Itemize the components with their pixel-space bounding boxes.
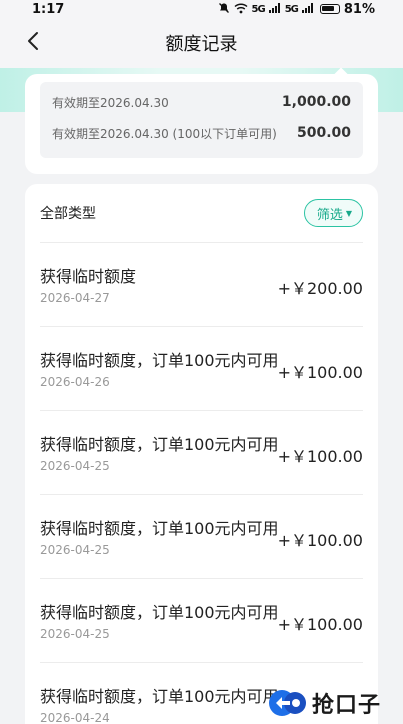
- watermark: 抢口子: [268, 687, 381, 719]
- signal-icon: [301, 2, 314, 16]
- records-header: 全部类型 筛选 ▼: [40, 198, 363, 228]
- signal-icon: [268, 2, 281, 16]
- battery-icon: [319, 4, 340, 14]
- status-bar: 1:17 5G 5G 81%: [0, 0, 403, 18]
- signal-2-label: 5G: [284, 3, 299, 15]
- record-amount: +￥100.00: [277, 531, 363, 550]
- watermark-text: 抢口子: [312, 693, 382, 718]
- filter-button[interactable]: 筛选 ▼: [303, 199, 363, 227]
- record-date: 2026-04-26: [40, 375, 110, 389]
- status-time: 1:17: [32, 1, 65, 17]
- records-card: 全部类型 筛选 ▼ 获得临时额度 2026-04-27 +￥200.00 获得临…: [25, 184, 378, 724]
- record-row[interactable]: 获得临时额度，订单100元内可用 2026-04-26 +￥100.00: [40, 326, 363, 410]
- quota-validity-label: 有效期至2026.04.30 (100以下订单可用): [52, 126, 277, 141]
- record-amount: +￥100.00: [277, 447, 363, 466]
- quota-amount: 500.00: [296, 125, 351, 141]
- quota-validity-label: 有效期至2026.04.30: [52, 95, 169, 110]
- page-title: 额度记录: [165, 34, 238, 55]
- caret-down-icon: ▼: [345, 208, 352, 218]
- record-amount: +￥100.00: [277, 363, 363, 382]
- record-row[interactable]: 获得临时额度 2026-04-27 +￥200.00: [40, 242, 363, 326]
- record-row[interactable]: 获得临时额度，订单100元内可用 2026-04-25 +￥100.00: [40, 410, 363, 494]
- battery-level: 81%: [343, 1, 375, 17]
- back-button[interactable]: [20, 30, 46, 56]
- wifi-icon: [234, 2, 248, 17]
- record-date: 2026-04-25: [40, 627, 110, 641]
- watermark-logo-icon: [268, 688, 308, 718]
- type-selector[interactable]: 全部类型: [40, 203, 96, 223]
- quota-row: 有效期至2026.04.30 (100以下订单可用) 500.00: [52, 123, 351, 143]
- record-title: 获得临时额度，订单100元内可用: [40, 519, 279, 538]
- record-row[interactable]: 获得临时额度，订单100元内可用 2026-04-25 +￥100.00: [40, 494, 363, 578]
- filter-label: 筛选: [316, 207, 343, 223]
- record-amount: +￥200.00: [277, 279, 363, 298]
- record-title: 获得临时额度，订单100元内可用: [40, 351, 279, 370]
- quota-summary: 有效期至2026.04.30 1,000.00 有效期至2026.04.30 (…: [40, 82, 363, 158]
- quota-amount: 1,000.00: [281, 94, 351, 110]
- status-icons: 5G 5G 81%: [218, 2, 375, 17]
- record-row[interactable]: 获得临时额度，订单100元内可用 2026-04-25 +￥100.00: [40, 578, 363, 662]
- record-date: 2026-04-27: [40, 291, 110, 305]
- mute-icon: [218, 2, 230, 17]
- record-title: 获得临时额度，订单100元内可用: [40, 603, 279, 622]
- record-amount: +￥100.00: [277, 615, 363, 634]
- chevron-left-icon: [26, 31, 40, 55]
- record-date: 2026-04-24: [40, 711, 110, 724]
- app-header: 额度记录: [0, 18, 403, 68]
- quota-row: 有效期至2026.04.30 1,000.00: [52, 92, 351, 112]
- record-title: 获得临时额度: [40, 267, 137, 286]
- record-title: 获得临时额度，订单100元内可用: [40, 687, 279, 706]
- record-date: 2026-04-25: [40, 459, 110, 473]
- record-date: 2026-04-25: [40, 543, 110, 557]
- signal-1-label: 5G: [251, 3, 266, 15]
- record-title: 获得临时额度，订单100元内可用: [40, 435, 279, 454]
